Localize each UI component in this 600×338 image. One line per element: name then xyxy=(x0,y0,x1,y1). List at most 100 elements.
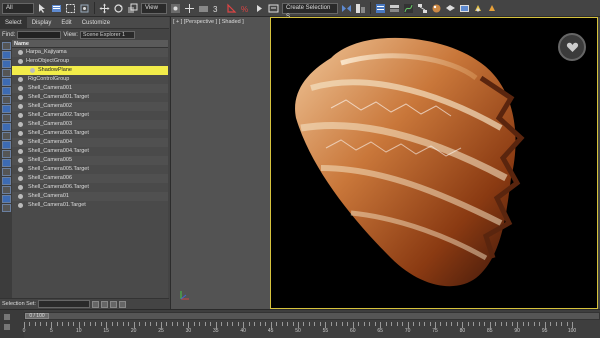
scene-row[interactable]: ShadowPlane xyxy=(12,66,168,75)
display-space-warps-icon[interactable] xyxy=(1,105,11,113)
visibility-toggle-icon[interactable] xyxy=(18,77,23,82)
visibility-toggle-icon[interactable] xyxy=(30,68,35,73)
display-cameras-icon[interactable] xyxy=(1,87,11,95)
selection-set-button-1[interactable] xyxy=(91,300,99,308)
scene-row[interactable]: Shell_Camera002.Target xyxy=(12,111,168,120)
display-groups-icon[interactable] xyxy=(1,114,11,122)
scene-row[interactable]: Shell_Camera002 xyxy=(12,102,168,111)
scene-row[interactable]: Shell_Camera01 xyxy=(12,192,168,201)
visibility-toggle-icon[interactable] xyxy=(18,122,23,127)
selection-filter-dropdown[interactable]: All xyxy=(2,2,34,14)
curve-editor-icon[interactable] xyxy=(403,3,414,14)
select-object-icon[interactable] xyxy=(37,3,48,14)
move-icon[interactable] xyxy=(99,3,110,14)
named-selection-sets-dropdown[interactable]: Create Selection S xyxy=(282,2,338,20)
visibility-toggle-icon[interactable] xyxy=(18,167,23,172)
perspective-viewport[interactable] xyxy=(270,17,598,309)
menu-customize[interactable]: Customize xyxy=(77,17,115,29)
display-helpers-icon[interactable] xyxy=(1,96,11,104)
sync-selection-icon[interactable] xyxy=(1,195,11,203)
visibility-toggle-icon[interactable] xyxy=(18,104,23,109)
scene-row[interactable]: HeroObjectGroup xyxy=(12,57,168,66)
visibility-toggle-icon[interactable] xyxy=(18,203,23,208)
mirror-icon[interactable] xyxy=(341,3,352,14)
viewcube[interactable] xyxy=(558,33,586,61)
menu-edit[interactable]: Edit xyxy=(56,17,76,29)
filter-icon[interactable] xyxy=(1,186,11,194)
display-hidden-icon[interactable] xyxy=(1,159,11,167)
scale-icon[interactable] xyxy=(127,3,138,14)
scene-row[interactable]: Shell_Camera01.Target xyxy=(12,201,168,210)
edit-named-selection-icon[interactable] xyxy=(268,3,279,14)
home-heart-icon[interactable] xyxy=(566,41,579,54)
menu-select[interactable]: Select xyxy=(0,16,27,29)
display-containers-icon[interactable] xyxy=(1,141,11,149)
display-frozen-icon[interactable] xyxy=(1,150,11,158)
timeline-ruler[interactable]: 0 5 10 15 20 25 30 35 40 45 50 55 60 65 70 75 80 85 90 95 10… xyxy=(23,322,584,338)
window-crossing-icon[interactable] xyxy=(79,3,90,14)
selection-set-button-3[interactable] xyxy=(109,300,117,308)
visibility-toggle-icon[interactable] xyxy=(18,86,23,91)
display-influences-icon[interactable] xyxy=(1,177,11,185)
visibility-toggle-icon[interactable] xyxy=(18,194,23,199)
display-geometry-icon[interactable] xyxy=(1,60,11,68)
scene-row[interactable]: Shell_Camera006.Target xyxy=(12,183,168,192)
scene-explorer-icon[interactable] xyxy=(375,3,386,14)
view-dropdown[interactable]: Scene Explorer 1 xyxy=(79,30,135,39)
scene-row[interactable]: Shell_Camera005 xyxy=(12,156,168,165)
scene-row[interactable]: Shell_Camera003.Target xyxy=(12,129,168,138)
viewport-label[interactable]: [ + ] [Perspective ] [ Shaded ] xyxy=(173,19,244,25)
pivot-point-icon[interactable] xyxy=(170,3,181,14)
visibility-toggle-icon[interactable] xyxy=(18,158,23,163)
lock-icon[interactable] xyxy=(1,204,11,212)
scene-row[interactable]: Shell_Camera001.Target xyxy=(12,93,168,102)
visibility-toggle-icon[interactable] xyxy=(18,50,23,55)
visibility-toggle-icon[interactable] xyxy=(18,185,23,190)
menu-display[interactable]: Display xyxy=(27,17,57,29)
display-all-icon[interactable] xyxy=(1,51,11,59)
open-mini-curve-editor-icon[interactable] xyxy=(4,314,10,320)
display-shapes-icon[interactable] xyxy=(1,69,11,77)
select-by-name-icon[interactable] xyxy=(51,3,62,14)
layer-explorer-icon[interactable] xyxy=(389,3,400,14)
schematic-view-icon[interactable] xyxy=(417,3,428,14)
selection-set-dropdown[interactable] xyxy=(37,300,90,308)
visibility-toggle-icon[interactable] xyxy=(18,176,23,181)
time-slider[interactable]: 0 / 100 xyxy=(24,312,600,320)
visibility-toggle-icon[interactable] xyxy=(18,113,23,118)
select-manipulate-icon[interactable] xyxy=(184,3,195,14)
display-xrefs-icon[interactable] xyxy=(1,123,11,131)
selection-set-button-4[interactable] xyxy=(118,300,126,308)
display-bones-icon[interactable] xyxy=(1,132,11,140)
display-none-icon[interactable] xyxy=(1,42,11,50)
scene-row[interactable]: RigControlGroup xyxy=(12,75,168,84)
scene-row[interactable]: Harpa_Kajiyama xyxy=(12,48,168,57)
visibility-toggle-icon[interactable] xyxy=(18,149,23,154)
display-lights-icon[interactable] xyxy=(1,78,11,86)
scene-row[interactable]: Shell_Camera006 xyxy=(12,174,168,183)
visibility-toggle-icon[interactable] xyxy=(18,140,23,145)
percent-snap-icon[interactable]: % xyxy=(240,3,251,14)
display-children-icon[interactable] xyxy=(1,168,11,176)
scene-row[interactable]: Shell_Camera005.Target xyxy=(12,165,168,174)
keyboard-shortcut-override-icon[interactable] xyxy=(198,3,209,14)
time-slider-thumb[interactable]: 0 / 100 xyxy=(25,313,49,319)
render-production-icon[interactable] xyxy=(473,3,484,14)
visibility-toggle-icon[interactable] xyxy=(18,59,23,64)
selection-set-button-2[interactable] xyxy=(100,300,108,308)
scene-row[interactable]: Shell_Camera004 xyxy=(12,138,168,147)
render-iterative-icon[interactable] xyxy=(487,3,498,14)
render-setup-icon[interactable] xyxy=(445,3,456,14)
find-input[interactable] xyxy=(17,30,62,39)
visibility-toggle-icon[interactable] xyxy=(18,131,23,136)
angle-snap-icon[interactable] xyxy=(226,3,237,14)
scene-row[interactable]: Shell_Camera003 xyxy=(12,120,168,129)
column-header-name[interactable]: Name xyxy=(12,40,168,48)
frame-lock-icon[interactable] xyxy=(4,324,10,330)
reference-coordinate-dropdown[interactable]: View xyxy=(141,2,167,14)
scene-row[interactable]: Shell_Camera004.Target xyxy=(12,147,168,156)
scene-row[interactable]: Shell_Camera001 xyxy=(12,84,168,93)
rendered-frame-window-icon[interactable] xyxy=(459,3,470,14)
visibility-toggle-icon[interactable] xyxy=(18,95,23,100)
rotate-icon[interactable] xyxy=(113,3,124,14)
